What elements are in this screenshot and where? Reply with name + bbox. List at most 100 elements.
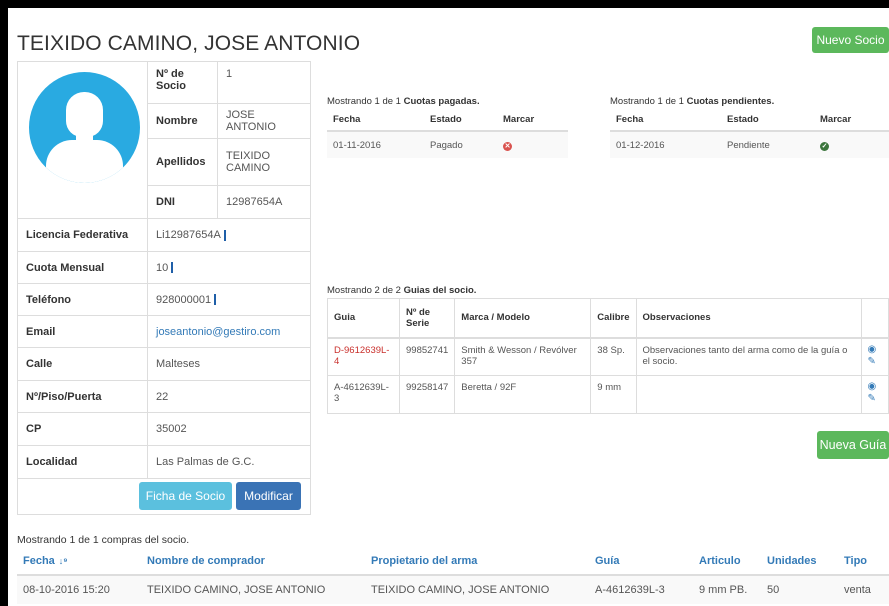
cell-fecha: 01-11-2016 <box>327 130 424 158</box>
col-estado: Estado <box>424 108 497 132</box>
apellidos-value: TEIXIDO CAMINO <box>217 138 311 187</box>
caption-bold: Cuotas pagadas. <box>403 96 480 107</box>
cell-articulo: 9 mm PB. <box>693 574 761 604</box>
table-row: A-4612639L-3 99258147 Beretta / 92F 9 mm… <box>327 375 889 414</box>
telefono-label: Teléfono <box>17 283 148 316</box>
avatar-cell <box>17 61 148 219</box>
localidad-label: Localidad <box>17 445 148 479</box>
caption-prefix: Mostrando 1 de 1 <box>327 96 404 107</box>
piso-value: 22 <box>147 380 311 413</box>
avatar <box>29 72 140 183</box>
col-marcar: Marcar <box>497 108 568 132</box>
x-circle-icon[interactable]: ✕ <box>503 141 512 151</box>
text-cursor <box>223 229 226 241</box>
cuotas-pagadas-caption: Mostrando 1 de 1 Cuotas pagadas. <box>327 96 480 107</box>
numero-socio-label: Nº de Socio <box>147 61 218 104</box>
caption-prefix: Mostrando 1 de 1 <box>610 96 687 107</box>
cell-marca: Smith & Wesson / Revólver 357 <box>454 337 592 376</box>
col-guia: Guia <box>327 298 400 339</box>
cell-marcar: ✓ <box>814 130 889 158</box>
eye-icon[interactable]: ◉ <box>868 344 883 355</box>
email-value-cell: joseantonio@gestiro.com <box>147 315 311 348</box>
window-frame-left <box>0 0 8 606</box>
sort-numeric-icon[interactable]: ↓⁹ <box>59 556 68 566</box>
cell-estado: Pendiente <box>721 130 814 158</box>
email-link[interactable]: joseantonio@gestiro.com <box>156 326 280 338</box>
email-label: Email <box>17 315 148 348</box>
nuevo-socio-button[interactable]: Nuevo Socio <box>812 27 889 53</box>
col-comprador[interactable]: Nombre de comprador <box>141 547 365 576</box>
cell-unidades: 50 <box>761 574 838 604</box>
cuota-label: Cuota Mensual <box>17 251 148 284</box>
cell-fecha: 08-10-2016 15:20 <box>17 574 141 604</box>
licencia-value: Li12987654A <box>156 229 221 241</box>
member-card: Nº de Socio 1 Nombre JOSE ANTONIO Apelli… <box>17 61 311 515</box>
guia-link[interactable]: D-9612639L-4 <box>334 345 389 367</box>
cell-guia: A-4612639L-3 <box>327 375 400 414</box>
cell-guia: D-9612639L-4 <box>327 337 400 376</box>
compras-caption: Mostrando 1 de 1 compras del socio. <box>17 534 190 546</box>
cell-fecha: 01-12-2016 <box>610 130 721 158</box>
cuotas-pendientes-table: Fecha Estado Marcar 01-12-2016 Pendiente… <box>610 108 889 158</box>
modificar-button[interactable]: Modificar <box>236 482 301 510</box>
cell-observaciones <box>636 375 862 414</box>
cell-actions: ◉ ✎ <box>861 375 889 414</box>
cuotas-pendientes-caption: Mostrando 1 de 1 Cuotas pendientes. <box>610 96 774 107</box>
pencil-icon[interactable]: ✎ <box>868 394 883 404</box>
col-fecha: Fecha <box>327 108 424 132</box>
cell-comprador: TEIXIDO CAMINO, JOSE ANTONIO <box>141 574 365 604</box>
col-articulo[interactable]: Articulo <box>693 547 761 576</box>
cell-marcar: ✕ <box>497 130 568 158</box>
cell-estado: Pagado <box>424 130 497 158</box>
cell-actions: ◉ ✎ <box>861 337 889 376</box>
col-marca: Marca / Modelo <box>454 298 592 339</box>
eye-icon[interactable]: ◉ <box>868 382 883 392</box>
col-propietario[interactable]: Propietario del arma <box>365 547 589 576</box>
licencia-value-cell: Li12987654A <box>147 218 311 252</box>
cp-label: CP <box>17 412 148 446</box>
cuota-value-cell: 10 <box>147 251 311 284</box>
caption-bold: Cuotas pendientes. <box>686 96 775 107</box>
caption-bold: Guias del socio. <box>403 285 477 296</box>
guias-table: Guia Nº de Serie Marca / Modelo Calibre … <box>327 298 889 414</box>
cp-value: 35002 <box>147 412 311 446</box>
table-row: 08-10-2016 15:20 TEIXIDO CAMINO, JOSE AN… <box>17 574 889 604</box>
avatar-head <box>66 92 103 137</box>
col-fecha[interactable]: Fecha ↓⁹ <box>17 547 141 576</box>
telefono-value: 928000001 <box>156 293 212 306</box>
check-circle-icon[interactable]: ✓ <box>820 141 829 151</box>
guia-link[interactable]: A-4612639L-3 <box>334 382 389 404</box>
apellidos-label: Apellidos <box>147 138 218 187</box>
text-cursor <box>214 294 217 306</box>
table-row: 01-12-2016 Pendiente ✓ <box>610 130 889 158</box>
licencia-label: Licencia Federativa <box>17 218 148 252</box>
col-fecha-label: Fecha <box>23 554 55 567</box>
piso-label: Nº/Piso/Puerta <box>17 380 148 413</box>
cell-guia: A-4612639L-3 <box>589 574 693 604</box>
window-frame-top <box>0 0 889 8</box>
cell-tipo: venta <box>838 574 889 604</box>
nueva-guia-button[interactable]: Nueva Guía <box>817 431 889 459</box>
table-row: 01-11-2016 Pagado ✕ <box>327 130 568 158</box>
avatar-body <box>46 140 123 183</box>
cuota-value: 10 <box>156 261 169 274</box>
col-observaciones: Observaciones <box>636 298 862 339</box>
col-marcar: Marcar <box>814 108 889 132</box>
pencil-icon[interactable]: ✎ <box>868 356 883 367</box>
col-unidades[interactable]: Unidades <box>761 547 838 576</box>
text-cursor <box>171 262 174 274</box>
col-tipo[interactable]: Tipo <box>838 547 889 576</box>
cell-marca: Beretta / 92F <box>454 375 592 414</box>
caption-prefix: Mostrando 2 de 2 <box>327 285 404 296</box>
dni-label: DNI <box>147 185 218 219</box>
ficha-socio-button[interactable]: Ficha de Socio <box>139 482 232 510</box>
telefono-value-cell: 928000001 <box>147 283 311 316</box>
nombre-value: JOSE ANTONIO <box>217 102 311 140</box>
table-row: D-9612639L-4 99852741 Smith & Wesson / R… <box>327 337 889 376</box>
guias-caption: Mostrando 2 de 2 Guias del socio. <box>327 285 476 296</box>
col-estado: Estado <box>721 108 814 132</box>
cell-serie: 99258147 <box>399 375 456 414</box>
calle-label: Calle <box>17 347 148 381</box>
col-fecha: Fecha <box>610 108 721 132</box>
col-guia[interactable]: Guía <box>589 547 693 576</box>
